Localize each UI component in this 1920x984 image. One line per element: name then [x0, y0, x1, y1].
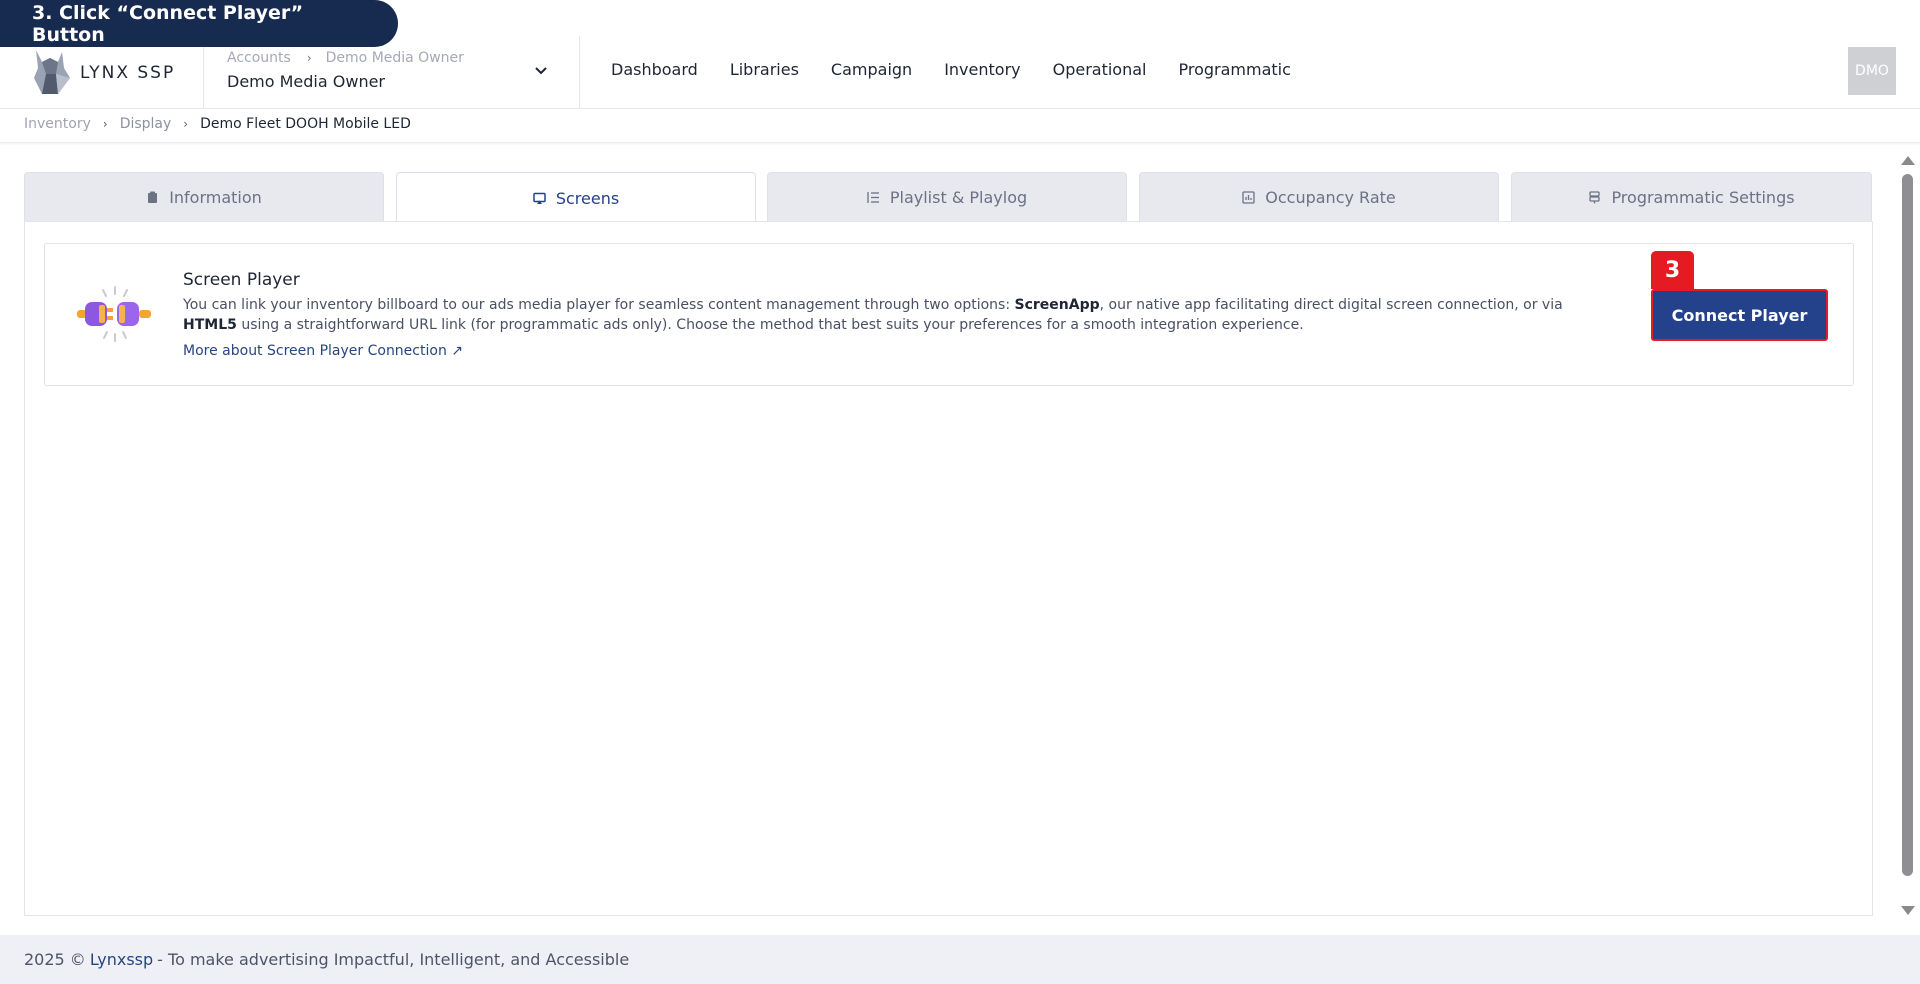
tab-label: Programmatic Settings	[1611, 188, 1795, 207]
breadcrumb-display[interactable]: Display	[120, 116, 172, 132]
scrollbar-thumb[interactable]	[1902, 174, 1913, 876]
lynx-logo-icon	[34, 50, 70, 94]
footer: 2025 © Lynxssp - To make advertising Imp…	[0, 935, 1920, 984]
chart-icon	[1242, 191, 1255, 204]
plug-icon	[77, 286, 151, 342]
card-description: You can link your inventory billboard to…	[183, 295, 1603, 335]
header-shadow	[0, 142, 1920, 145]
chevron-right-icon: ›	[306, 51, 312, 65]
chevron-right-icon: ›	[102, 117, 108, 131]
nav-campaign[interactable]: Campaign	[831, 60, 912, 79]
screen-player-help-link[interactable]: More about Screen Player Connection ↗	[183, 343, 463, 359]
breadcrumb: Inventory › Display › Demo Fleet DOOH Mo…	[24, 116, 411, 132]
main-nav: Dashboard Libraries Campaign Inventory O…	[611, 60, 1323, 79]
tab-programmatic-settings[interactable]: Programmatic Settings	[1511, 172, 1872, 222]
tab-label: Screens	[555, 188, 620, 208]
screen-player-card: Screen Player You can link your inventor…	[44, 243, 1854, 386]
tutorial-step-callout: 3. Click “Connect Player” Button	[0, 0, 398, 47]
list-icon	[867, 192, 879, 203]
account-name: Demo Media Owner	[227, 72, 386, 91]
card-title: Screen Player	[183, 270, 300, 290]
desc-text: You can link your inventory billboard to…	[183, 297, 1015, 313]
tab-screens[interactable]: Screens	[396, 172, 756, 223]
breadcrumb-current: Demo Fleet DOOH Mobile LED	[200, 116, 411, 132]
clipboard-icon	[148, 191, 158, 203]
tab-label: Occupancy Rate	[1265, 188, 1396, 207]
nav-inventory[interactable]: Inventory	[944, 60, 1020, 79]
chevron-down-icon[interactable]	[531, 60, 551, 80]
desc-text: using a straightforward URL link (for pr…	[236, 317, 1304, 333]
desc-html5: HTML5	[183, 317, 237, 333]
user-avatar[interactable]: DMO	[1848, 47, 1896, 95]
account-crumb-root[interactable]: Accounts	[227, 50, 291, 66]
desc-screenapp: ScreenApp	[1014, 297, 1100, 313]
account-crumb-child[interactable]: Demo Media Owner	[326, 50, 464, 66]
tab-information[interactable]: Information	[24, 172, 384, 222]
footer-tagline: - To make advertising Impactful, Intelli…	[157, 950, 630, 969]
breadcrumb-inventory[interactable]: Inventory	[24, 116, 91, 132]
tab-bar: Information Screens Playlist & Playlog O…	[24, 172, 1872, 223]
tab-playlist-playlog[interactable]: Playlist & Playlog	[767, 172, 1127, 222]
step-badge: 3	[1651, 251, 1694, 289]
nav-programmatic[interactable]: Programmatic	[1178, 60, 1290, 79]
cast-icon	[533, 192, 546, 204]
account-breadcrumb: Accounts › Demo Media Owner	[227, 50, 555, 66]
server-icon	[1589, 191, 1601, 204]
tab-occupancy-rate[interactable]: Occupancy Rate	[1139, 172, 1499, 222]
desc-text: , our native app facilitating direct dig…	[1099, 297, 1563, 313]
tab-label: Playlist & Playlog	[889, 188, 1028, 207]
footer-copyright: 2025 ©	[24, 950, 86, 969]
scroll-down-icon[interactable]	[1901, 906, 1915, 915]
logo-text: LYNX SSP	[80, 63, 176, 83]
scrollbar[interactable]	[1899, 152, 1915, 920]
nav-libraries[interactable]: Libraries	[730, 60, 799, 79]
nav-operational[interactable]: Operational	[1053, 60, 1147, 79]
header-divider	[579, 36, 580, 108]
connect-player-button[interactable]: Connect Player	[1651, 289, 1828, 341]
account-selector[interactable]: Accounts › Demo Media Owner Demo Media O…	[227, 50, 555, 91]
scroll-up-icon[interactable]	[1901, 156, 1915, 165]
tab-label: Information	[169, 188, 262, 207]
lynx-logo[interactable]: LYNX SSP	[28, 48, 175, 98]
nav-dashboard[interactable]: Dashboard	[611, 60, 698, 79]
footer-brand-link[interactable]: Lynxssp	[90, 950, 153, 969]
chevron-right-icon: ›	[183, 117, 189, 131]
